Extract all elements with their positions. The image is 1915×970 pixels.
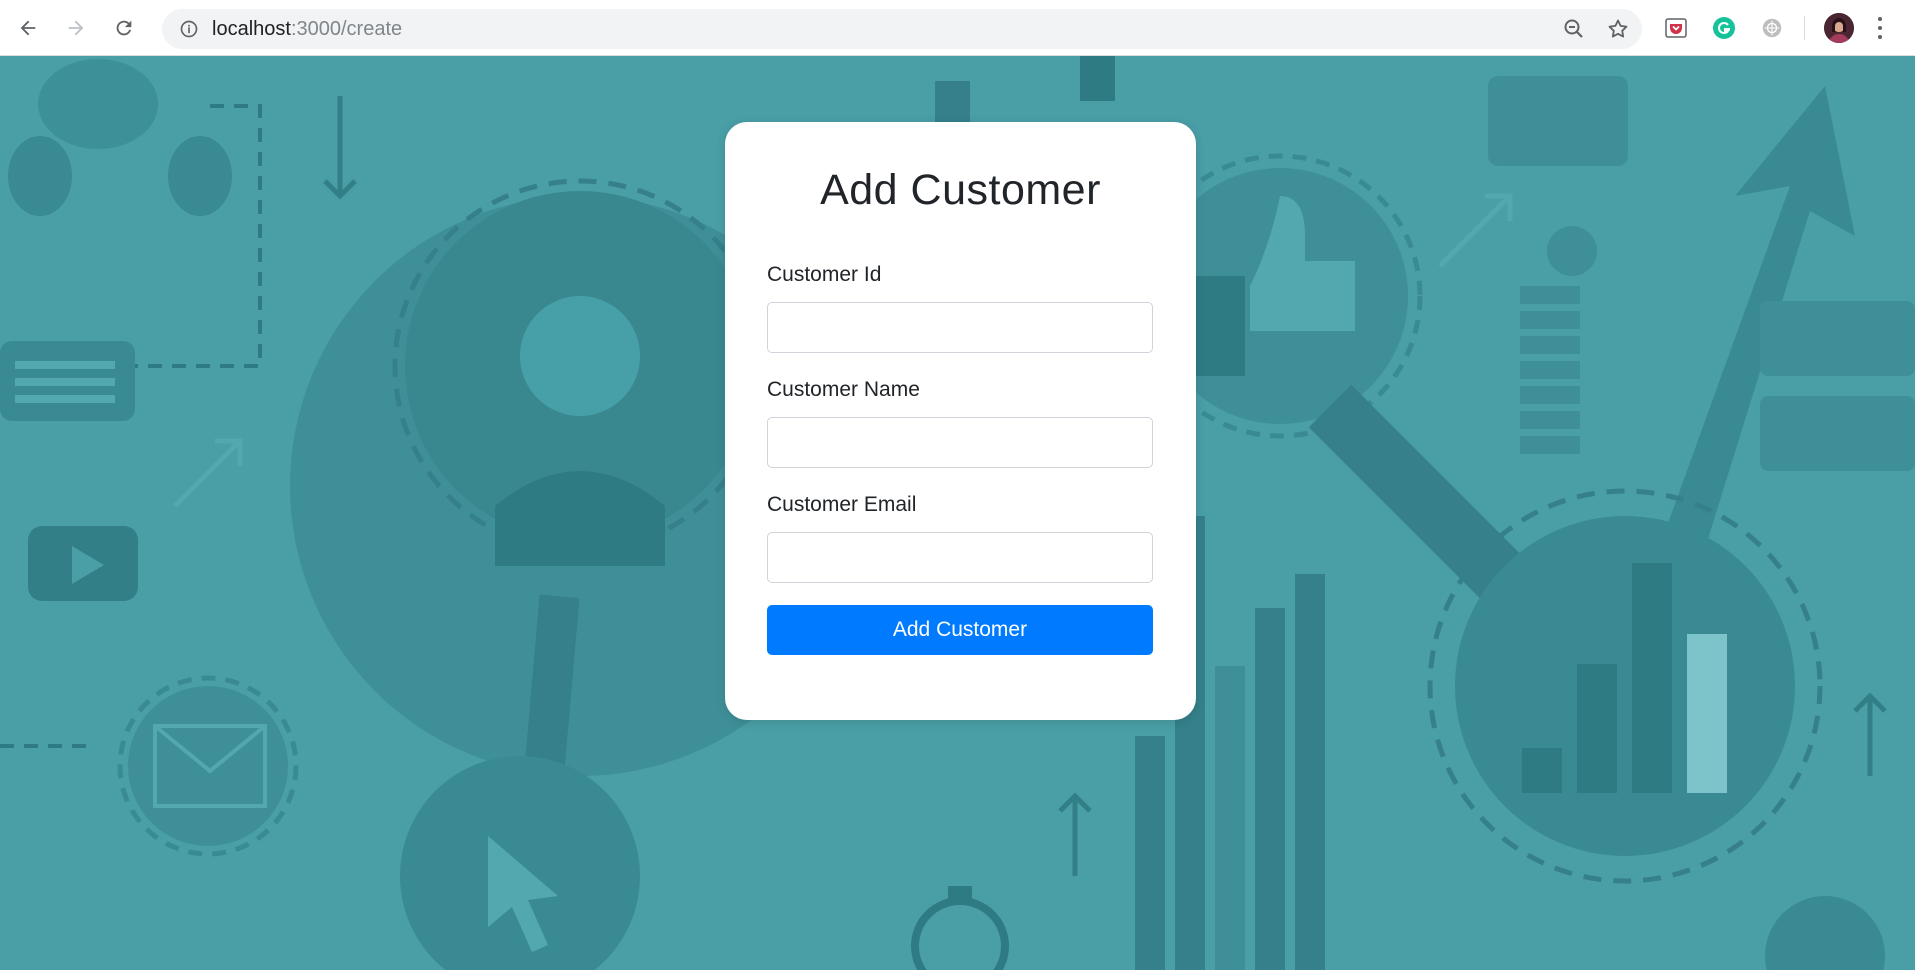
customer-email-label: Customer Email <box>767 493 917 516</box>
arrow-left-icon <box>20 20 36 35</box>
arrow-right-icon <box>68 20 84 35</box>
zoom-out-icon[interactable] <box>1562 17 1586 46</box>
reload-button[interactable] <box>104 8 144 48</box>
profile-avatar[interactable] <box>1824 13 1854 43</box>
more-vert-icon[interactable] <box>1874 14 1886 42</box>
url-path: :3000/create <box>290 17 403 40</box>
add-customer-button[interactable]: Add Customer <box>767 605 1153 655</box>
grammarly-extension-icon[interactable] <box>1710 14 1738 42</box>
back-button[interactable] <box>8 8 48 48</box>
customer-name-label: Customer Name <box>767 378 920 401</box>
browser-toolbar: localhost:3000/create <box>0 0 1915 56</box>
url-text[interactable]: localhost:3000/create <box>212 18 402 41</box>
add-customer-card: Add Customer Customer Id Customer Name C… <box>725 122 1196 720</box>
pocket-extension-icon[interactable] <box>1662 14 1690 42</box>
forward-button[interactable] <box>56 8 96 48</box>
toolbar-separator <box>1804 16 1805 40</box>
customer-name-input[interactable] <box>767 417 1153 468</box>
form-title: Add Customer <box>820 166 1101 214</box>
address-bar[interactable]: localhost:3000/create <box>162 9 1642 49</box>
customer-id-label: Customer Id <box>767 263 882 286</box>
info-icon[interactable] <box>178 18 200 40</box>
customer-id-input[interactable] <box>767 302 1153 353</box>
url-host: localhost <box>212 17 291 40</box>
star-icon[interactable] <box>1606 17 1630 46</box>
customer-email-input[interactable] <box>767 532 1153 583</box>
reload-icon <box>116 20 132 35</box>
extension-icon[interactable] <box>1758 14 1786 42</box>
